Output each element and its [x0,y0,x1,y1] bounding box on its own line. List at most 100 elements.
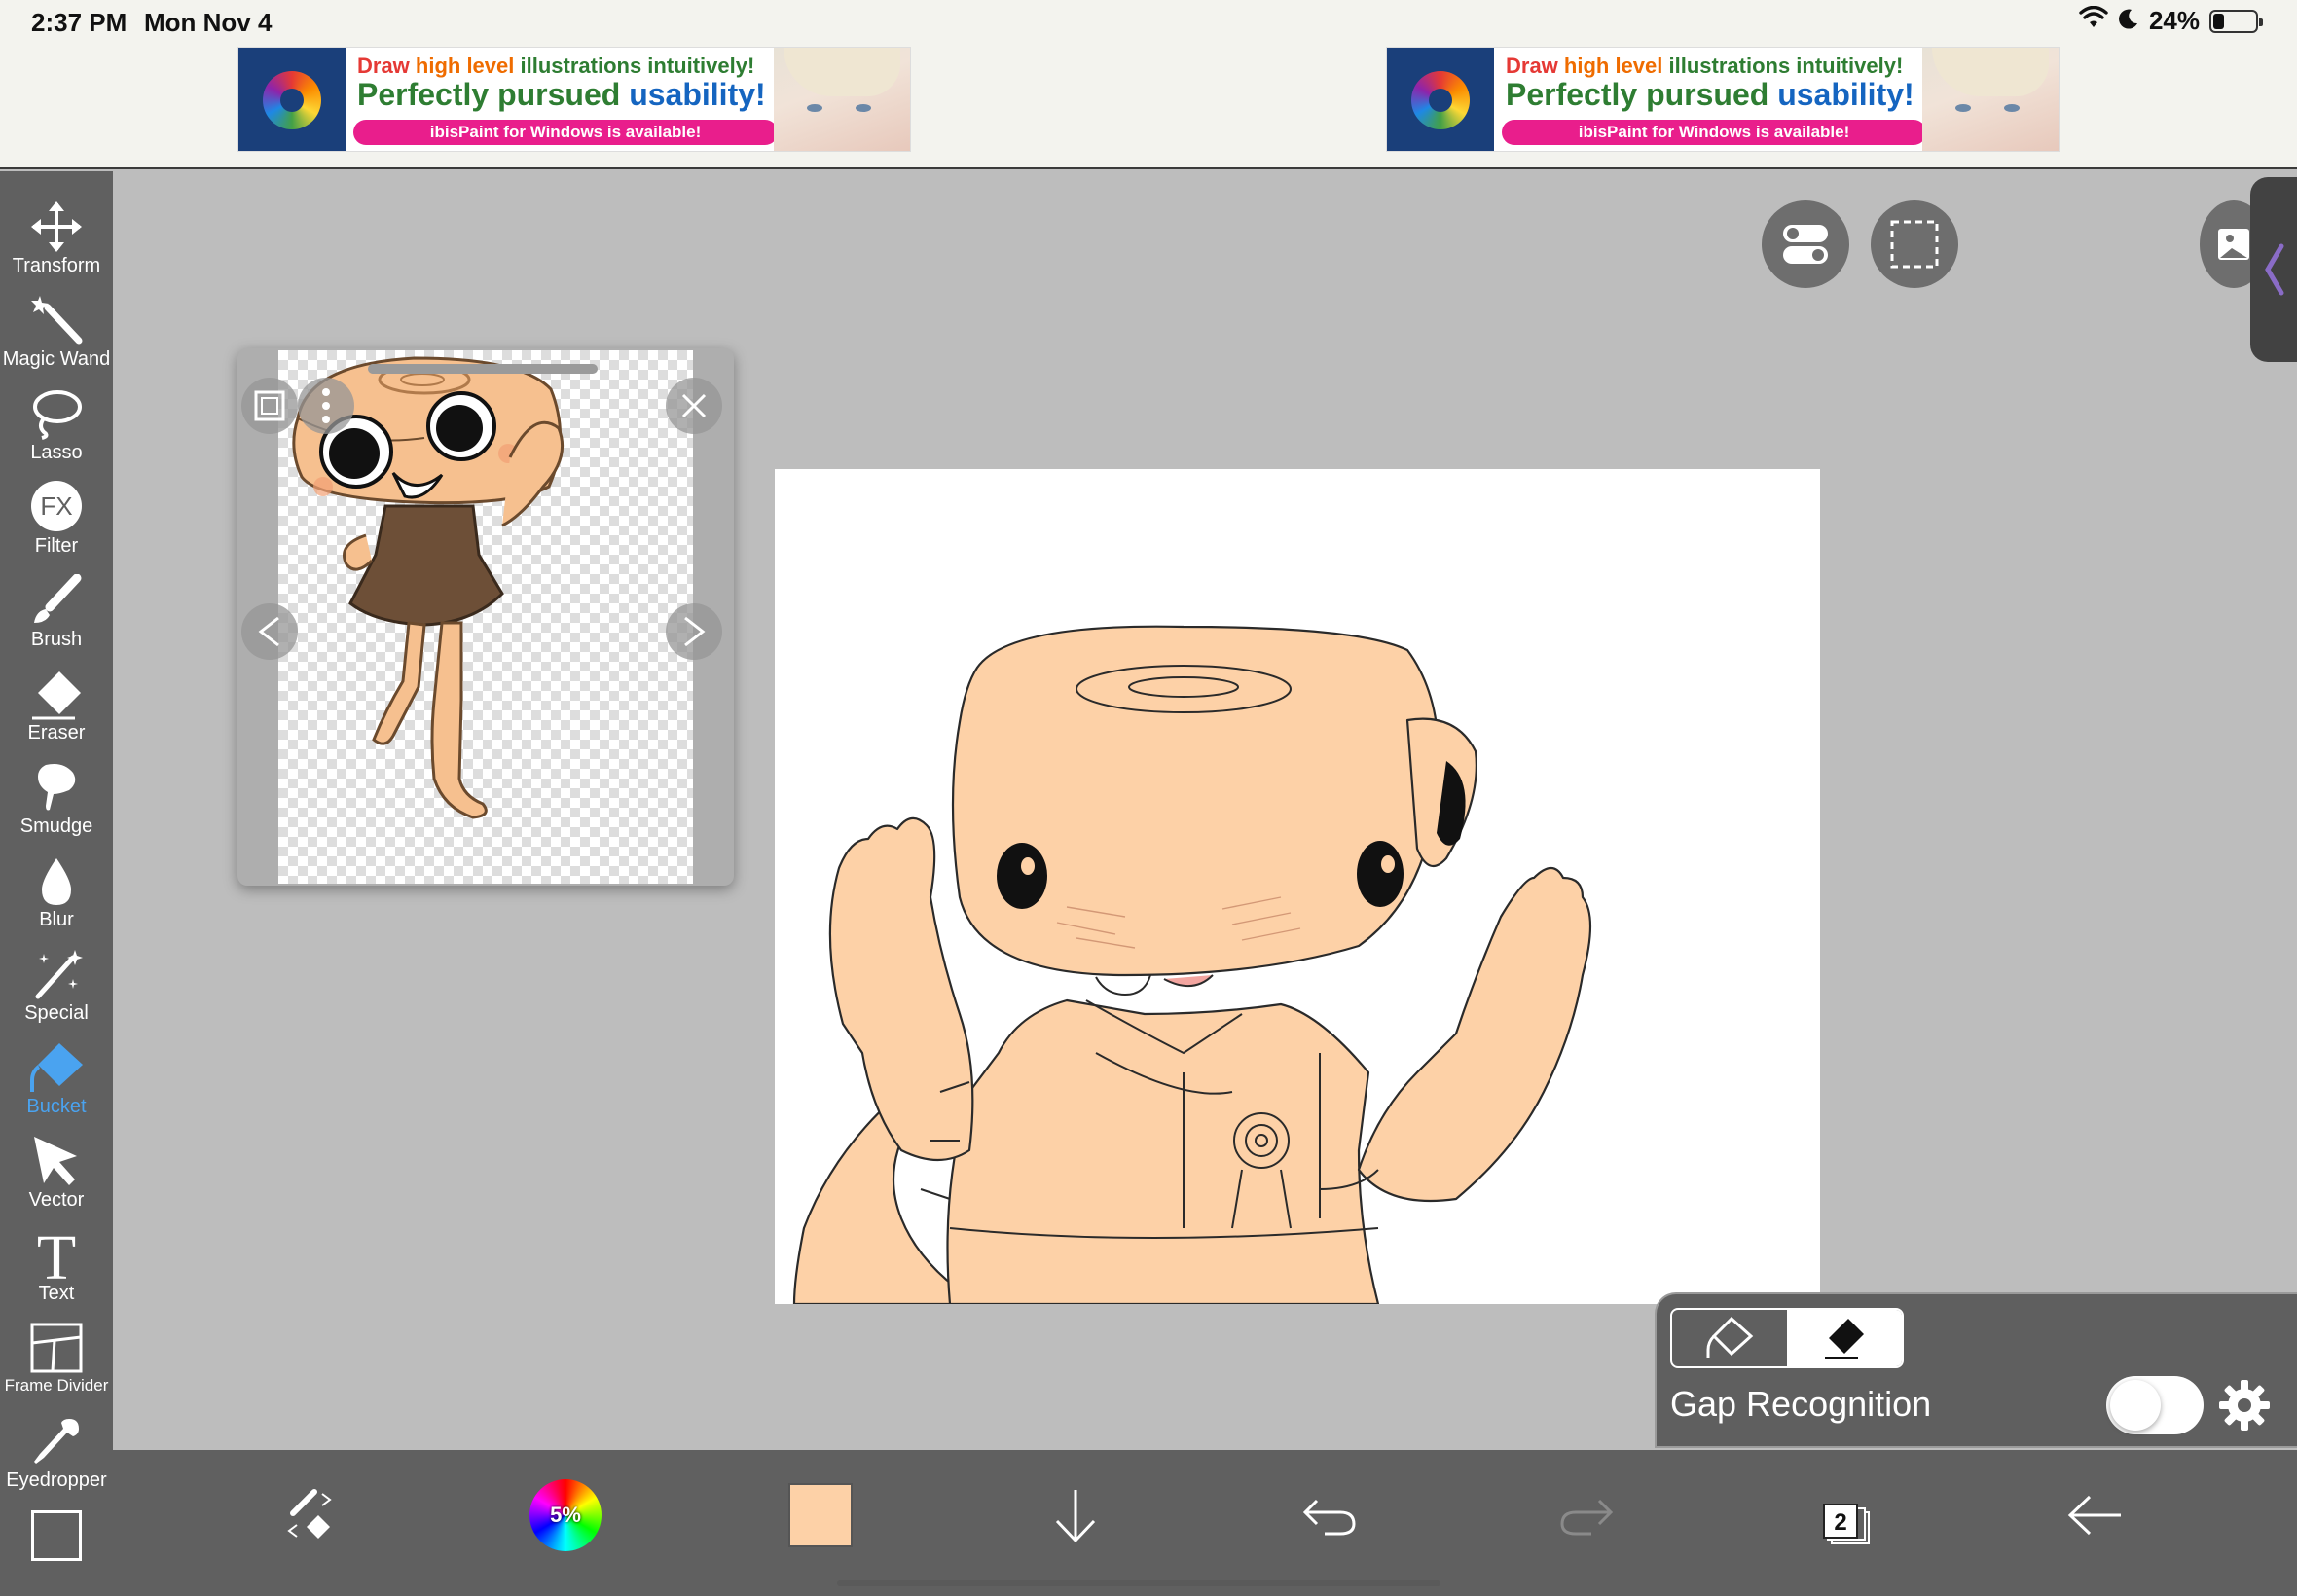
chevron-right-icon [684,616,706,647]
color-wheel-icon: 5% [529,1479,602,1551]
layers-icon: 2 [1811,1486,1870,1544]
home-indicator [837,1580,1440,1586]
tool-vector[interactable]: Vector [0,1127,113,1220]
wifi-icon [2079,5,2108,36]
current-color-button[interactable] [777,1471,864,1559]
tool-transform[interactable]: Transform [0,193,113,286]
blur-drop-icon [30,847,83,907]
canvas-artwork [792,625,1592,1304]
toggle-knob [2110,1380,2161,1431]
top-area: 2:37 PM Mon Nov 4 24% Draw high level il… [0,0,2297,169]
selection-button[interactable] [1871,200,1958,288]
gear-icon [2219,1380,2270,1431]
bucket-icon [1706,1317,1754,1358]
frame-divider-icon [29,1314,84,1374]
ad-tagline: Perfectly pursued usability! [357,77,766,112]
fx-icon: FX [29,473,84,533]
eraser-icon [1825,1319,1864,1359]
close-icon [681,393,707,418]
current-color-swatch [788,1483,853,1547]
tool-filter[interactable]: FX Filter [0,473,113,566]
download-button[interactable] [1032,1471,1119,1559]
status-right: 24% [2079,5,2263,36]
reference-fit-button[interactable] [241,378,298,434]
battery-percent: 24% [2148,6,2200,35]
tool-blur[interactable]: Blur [0,847,113,940]
svg-text:T: T [37,1224,76,1281]
drawing-canvas[interactable] [775,469,1820,1304]
sparkle-wand-icon [30,940,83,1000]
layers-button[interactable]: 2 [1797,1471,1884,1559]
arrow-left-icon [2067,1495,2121,1536]
more-tools-icon[interactable] [31,1510,82,1561]
tool-smudge[interactable]: Smudge [0,753,113,847]
brush-opacity: 5% [550,1503,581,1527]
ibispaint-logo-icon [238,48,346,151]
fit-frame-icon [254,390,285,421]
tool-palette: Transform Magic Wand Lasso FX Filter Bru… [0,171,113,1596]
svg-text:FX: FX [40,491,72,521]
reference-menu-button[interactable] [298,378,354,434]
smudge-icon [30,753,83,814]
bottom-toolbar: 5% 2 [113,1450,2297,1596]
color-wheel-button[interactable]: 5% [522,1471,609,1559]
image-icon [2218,229,2249,260]
tool-bucket[interactable]: Bucket [0,1034,113,1127]
reference-drag-handle[interactable] [368,364,598,374]
move-icon [30,193,83,253]
ad-tagline: Perfectly pursued usability! [1506,77,1914,112]
ad-banner-right[interactable]: Draw high level illustrations intuitivel… [1386,47,2060,152]
brush-icon [30,566,83,627]
swap-tool-button[interactable] [265,1471,352,1559]
tool-magic-wand[interactable]: Magic Wand [0,286,113,380]
dashed-selection-icon [1890,220,1939,269]
gap-settings-button[interactable] [2217,1378,2272,1437]
ad-character-image [1922,48,2059,151]
reference-prev-button[interactable] [241,603,298,660]
brush-eraser-swap-icon [287,1489,332,1539]
text-t-icon: T [30,1220,83,1281]
ad-character-image [774,48,910,151]
reference-window[interactable] [237,348,734,886]
ad-headline: Draw high level illustrations intuitivel… [357,54,755,78]
battery-level [2213,13,2225,29]
ad-banner-left[interactable]: Draw high level illustrations intuitivel… [237,47,911,152]
back-button[interactable] [2052,1471,2139,1559]
toggle-switch-icon [1783,225,1828,264]
redo-icon [1560,1499,1614,1536]
tool-brush[interactable]: Brush [0,566,113,660]
undo-icon [1302,1499,1356,1536]
ibispaint-logo-icon [1387,48,1494,151]
bucket-icon [28,1034,85,1094]
arrow-down-icon [1055,1490,1096,1543]
tool-text[interactable]: T Text [0,1220,113,1314]
fill-mode-bucket[interactable] [1672,1310,1787,1366]
ad-pill: ibisPaint for Windows is available! [353,120,778,145]
gap-recognition-label: Gap Recognition [1670,1384,1932,1424]
redo-button[interactable] [1542,1471,1629,1559]
tool-eyedropper[interactable]: Eyedropper [0,1407,113,1501]
tool-eraser[interactable]: Eraser [0,660,113,753]
layer-count: 2 [1823,1504,1858,1539]
reference-image [278,350,693,884]
ad-pill: ibisPaint for Windows is available! [1502,120,1926,145]
reference-character-image [292,356,565,819]
eraser-icon [30,660,83,720]
cursor-arrow-icon [30,1127,83,1187]
magic-wand-icon [30,286,83,346]
toggle-settings-button[interactable] [1762,200,1849,288]
reference-close-button[interactable] [666,378,722,434]
tool-frame-divider[interactable]: Frame Divider [0,1314,113,1407]
undo-button[interactable] [1287,1471,1374,1559]
battery-icon [2209,9,2263,33]
eyedropper-icon [30,1407,83,1468]
side-panel-tab[interactable] [2250,177,2297,362]
chevron-left-icon [258,616,279,647]
moon-icon [2118,6,2139,36]
gap-recognition-toggle[interactable] [2106,1376,2204,1434]
lasso-icon [30,380,83,440]
tool-special[interactable]: Special [0,940,113,1034]
fill-mode-eraser[interactable] [1787,1310,1902,1366]
tool-lasso[interactable]: Lasso [0,380,113,473]
reference-next-button[interactable] [666,603,722,660]
